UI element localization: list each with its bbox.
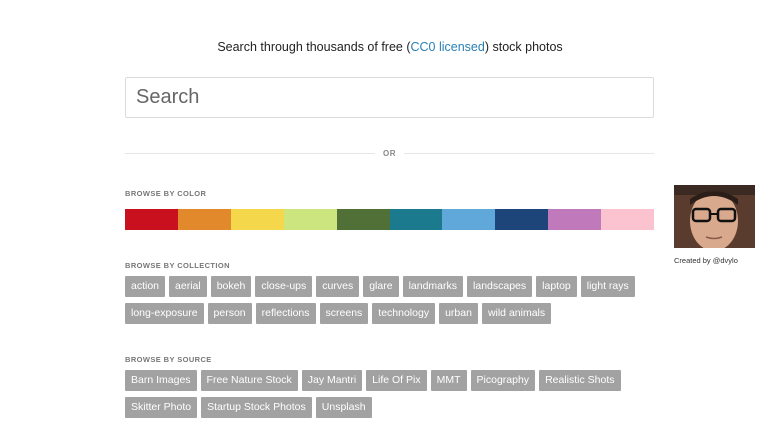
collection-tag-laptop[interactable]: laptop bbox=[536, 276, 577, 297]
divider-line-right bbox=[404, 153, 654, 154]
source-tag-jay-mantri[interactable]: Jay Mantri bbox=[301, 370, 363, 391]
source-tag-mmt[interactable]: MMT bbox=[430, 370, 467, 391]
browse-by-color-label: BROWSE BY COLOR bbox=[125, 189, 207, 198]
source-tag-free-nature-stock[interactable]: Free Nature Stock bbox=[200, 370, 298, 391]
collection-tag-list: action aerial bokeh close-ups curves glare lan… bbox=[125, 276, 665, 330]
collection-tag-aerial[interactable]: aerial bbox=[169, 276, 207, 297]
creator-credit: Created by @dvylo bbox=[674, 256, 738, 265]
source-tag-realistic-shots[interactable]: Realistic Shots bbox=[539, 370, 621, 391]
browse-by-collection-label: BROWSE BY COLLECTION bbox=[125, 261, 230, 270]
collection-tag-person[interactable]: person bbox=[207, 303, 252, 324]
tagline-text-before: Search through thousands of free ( bbox=[217, 40, 411, 54]
color-swatch-5[interactable] bbox=[336, 209, 390, 230]
tagline: Search through thousands of free (CC0 li… bbox=[0, 40, 780, 54]
collection-tag-close-ups[interactable]: close-ups bbox=[255, 276, 313, 297]
browse-by-source-label: BROWSE BY SOURCE bbox=[125, 355, 212, 364]
color-swatch-8[interactable] bbox=[495, 209, 549, 230]
source-tag-startup-stock-photos[interactable]: Startup Stock Photos bbox=[201, 397, 312, 418]
tagline-text-after: ) stock photos bbox=[484, 40, 563, 54]
source-tag-barn-images[interactable]: Barn Images bbox=[125, 370, 197, 391]
collection-tag-action[interactable]: action bbox=[125, 276, 166, 297]
source-tag-list: Barn Images Free Nature Stock Jay Mantri Li… bbox=[125, 370, 665, 424]
source-tag-row: Barn Images Free Nature Stock Jay Mantri Li… bbox=[125, 370, 665, 391]
source-tag-picography[interactable]: Picography bbox=[470, 370, 536, 391]
color-swatch-3[interactable] bbox=[230, 209, 284, 230]
avatar-photo bbox=[674, 185, 755, 248]
cc0-license-link[interactable]: CC0 licensed bbox=[411, 40, 485, 54]
color-swatch-10[interactable] bbox=[601, 209, 655, 230]
collection-tag-curves[interactable]: curves bbox=[316, 276, 360, 297]
collection-tag-urban[interactable]: urban bbox=[439, 303, 478, 324]
color-swatch-1[interactable] bbox=[125, 209, 178, 230]
collection-tag-screens[interactable]: screens bbox=[319, 303, 369, 324]
color-swatch-7[interactable] bbox=[442, 209, 496, 230]
collection-tag-wild-animals[interactable]: wild animals bbox=[481, 303, 552, 324]
collection-tag-reflections[interactable]: reflections bbox=[255, 303, 316, 324]
collection-tag-technology[interactable]: technology bbox=[372, 303, 436, 324]
color-swatch-bar bbox=[125, 209, 655, 230]
or-label: OR bbox=[383, 149, 396, 158]
color-swatch-4[interactable] bbox=[283, 209, 337, 230]
collection-tag-landmarks[interactable]: landmarks bbox=[402, 276, 464, 297]
color-swatch-6[interactable] bbox=[389, 209, 443, 230]
color-swatch-9[interactable] bbox=[548, 209, 602, 230]
or-divider: OR bbox=[125, 147, 654, 161]
collection-tag-long-exposure[interactable]: long-exposure bbox=[125, 303, 204, 324]
collection-tag-bokeh[interactable]: bokeh bbox=[210, 276, 252, 297]
collection-tag-glare[interactable]: glare bbox=[363, 276, 399, 297]
collection-tag-row: action aerial bokeh close-ups curves glare lan… bbox=[125, 276, 665, 297]
search-input[interactable] bbox=[125, 77, 654, 118]
color-swatch-2[interactable] bbox=[177, 209, 231, 230]
collection-tag-light-rays[interactable]: light rays bbox=[580, 276, 635, 297]
collection-tag-landscapes[interactable]: landscapes bbox=[467, 276, 533, 297]
source-tag-row: Skitter Photo Startup Stock Photos Unsplas… bbox=[125, 397, 665, 418]
source-tag-unsplash[interactable]: Unsplash bbox=[315, 397, 372, 418]
creator-avatar[interactable] bbox=[674, 185, 755, 248]
source-tag-skitter-photo[interactable]: Skitter Photo bbox=[125, 397, 198, 418]
source-tag-life-of-pix[interactable]: Life Of Pix bbox=[366, 370, 427, 391]
collection-tag-row: long-exposure person reflections screens tec… bbox=[125, 303, 665, 324]
